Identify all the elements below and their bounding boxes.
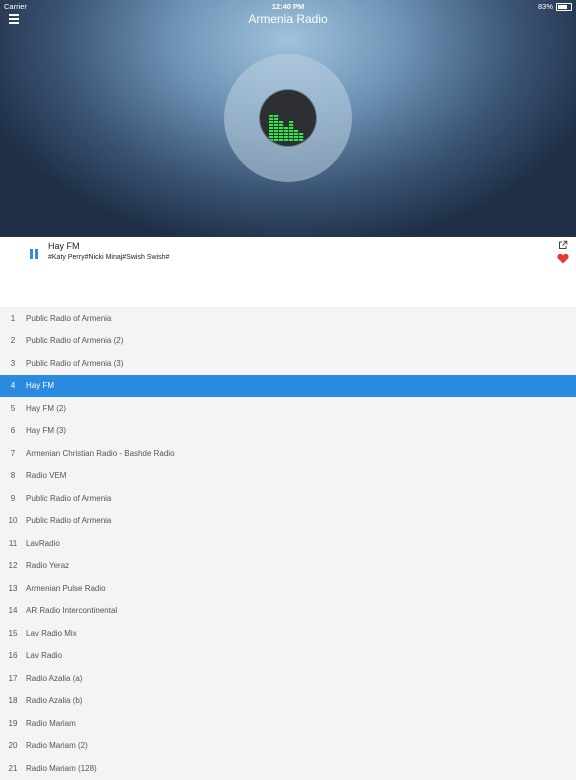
station-row[interactable]: 7 Armenian Christian Radio - Bashde Radio	[0, 442, 576, 465]
station-row[interactable]: 2 Public Radio of Armenia (2)	[0, 330, 576, 353]
station-row[interactable]: 3 Public Radio of Armenia (3)	[0, 352, 576, 375]
station-row[interactable]: 4 Hay FM	[0, 374, 576, 397]
station-name: Armenian Christian Radio - Bashde Radio	[26, 448, 175, 458]
station-name: Public Radio of Armenia	[26, 516, 112, 526]
station-number: 10	[8, 516, 18, 526]
share-icon[interactable]	[558, 240, 568, 250]
station-row[interactable]: 11 LavRadio	[0, 532, 576, 555]
station-number: 8	[10, 471, 16, 481]
station-number: 2	[10, 336, 16, 346]
station-row[interactable]: 10 Public Radio of Armenia	[0, 510, 576, 533]
station-name: Lav Radio Mix	[26, 628, 77, 638]
station-number: 9	[10, 493, 16, 503]
station-row[interactable]: 13 Armenian Pulse Radio	[0, 577, 576, 600]
status-bar: Carrier 12:40 PM 83%	[0, 0, 576, 12]
station-name: Radio Azalia (b)	[26, 696, 83, 706]
station-number: 5	[10, 403, 16, 413]
now-playing-hero: Carrier 12:40 PM 83% Armenia Radio	[0, 0, 576, 237]
station-name: Radio Yeraz	[26, 561, 70, 571]
clock: 12:40 PM	[271, 2, 305, 11]
equalizer-icon	[269, 115, 304, 141]
station-row[interactable]: 15 Lav Radio Mix	[0, 622, 576, 645]
station-name: Hay FM (2)	[26, 403, 66, 413]
now-playing-track: #Katy Perry#Nicki Minaj#Swish Swish#	[48, 254, 170, 261]
station-row[interactable]: 6 Hay FM (3)	[0, 420, 576, 443]
station-number: 16	[8, 651, 18, 661]
station-name: LavRadio	[26, 538, 60, 548]
station-number: 7	[10, 448, 16, 458]
station-name: AR Radio Intercontinental	[26, 606, 118, 616]
station-row[interactable]: 8 Radio VEM	[0, 465, 576, 488]
station-name: Public Radio of Armenia (3)	[26, 358, 124, 368]
station-number: 15	[8, 628, 18, 638]
station-list: 1 Public Radio of Armenia 2 Public Radio of…	[0, 307, 576, 780]
station-number: 18	[8, 696, 18, 706]
station-row[interactable]: 17 Radio Azalia (a)	[0, 667, 576, 690]
station-name: Armenian Pulse Radio	[26, 583, 106, 593]
station-name: Radio Mariam (128)	[26, 763, 97, 773]
station-name: Radio Mariam	[26, 718, 76, 728]
station-row[interactable]: 14 AR Radio Intercontinental	[0, 600, 576, 623]
station-number: 13	[8, 583, 18, 593]
player-bar	[0, 237, 576, 307]
station-number: 4	[10, 381, 16, 391]
station-name: Public Radio of Armenia	[26, 493, 112, 503]
station-name: Public Radio of Armenia	[26, 313, 112, 323]
station-row[interactable]: 12 Radio Yeraz	[0, 555, 576, 578]
station-number: 6	[10, 426, 16, 436]
favorite-heart-icon[interactable]	[557, 253, 569, 264]
battery-percent: 83%	[537, 2, 553, 11]
station-number: 17	[8, 673, 18, 683]
battery-indicator: 83%	[538, 2, 572, 11]
station-number: 20	[8, 741, 18, 751]
station-name: Lav Radio	[26, 651, 63, 661]
app-title: Armenia Radio	[248, 12, 328, 26]
station-name: Hay FM	[26, 381, 54, 391]
equalizer-disc	[260, 90, 316, 146]
station-row[interactable]: 19 Radio Mariam	[0, 712, 576, 735]
station-number: 21	[8, 763, 18, 773]
station-row[interactable]: 5 Hay FM (2)	[0, 397, 576, 420]
station-row[interactable]: 21 Radio Mariam (128)	[0, 757, 576, 780]
station-name: Public Radio of Armenia (2)	[26, 336, 124, 346]
station-row[interactable]: 16 Lav Radio	[0, 645, 576, 668]
station-row[interactable]: 18 Radio Azalia (b)	[0, 690, 576, 713]
station-number: 1	[10, 313, 16, 323]
station-name: Radio Azalia (a)	[26, 673, 83, 683]
station-name: Radio Mariam (2)	[26, 741, 88, 751]
station-number: 14	[8, 606, 18, 616]
station-number: 11	[8, 538, 18, 548]
station-name: Hay FM (3)	[26, 426, 66, 436]
pause-button[interactable]	[29, 249, 39, 259]
station-number: 3	[10, 358, 16, 368]
station-row[interactable]: 1 Public Radio of Armenia	[0, 307, 576, 330]
station-row[interactable]: 20 Radio Mariam (2)	[0, 735, 576, 758]
station-number: 12	[8, 561, 18, 571]
station-number: 19	[8, 718, 18, 728]
station-name: Radio VEM	[26, 471, 67, 481]
station-row[interactable]: 9 Public Radio of Armenia	[0, 487, 576, 510]
now-playing-station: Hay FM	[48, 241, 80, 251]
battery-icon	[556, 2, 572, 11]
